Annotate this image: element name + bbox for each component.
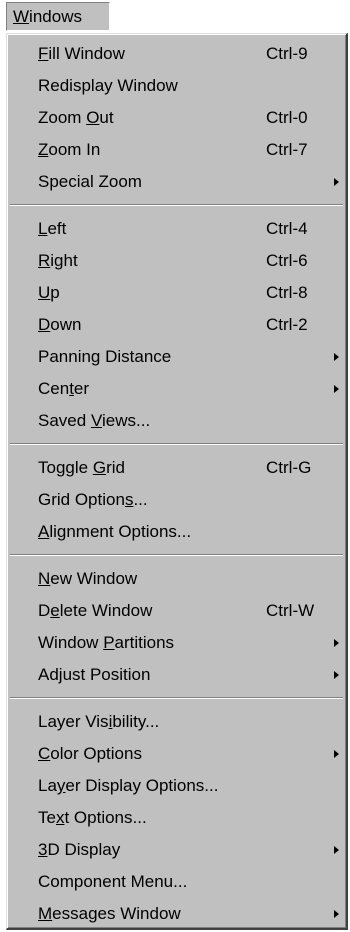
menu-item-label: Text Options... xyxy=(38,808,147,827)
windows-menu-mnemonic: W xyxy=(13,7,30,26)
windows-dropdown-menu: Fill Window Ctrl-9 Redisplay Window Zoom Ou… xyxy=(6,33,348,930)
menu-item-label: Messages Window xyxy=(38,904,181,923)
menu-item-layer-visibility[interactable]: Layer Visibility... xyxy=(10,706,343,738)
menu-separator xyxy=(10,204,343,206)
menu-item-shortcut: Ctrl-W xyxy=(266,601,315,620)
menu-item-shortcut: Ctrl-2 xyxy=(266,315,308,334)
submenu-arrow-icon xyxy=(334,353,339,361)
menu-item-label: Layer Visibility... xyxy=(38,712,160,731)
menu-item-up[interactable]: Up Ctrl-8 xyxy=(10,277,343,309)
windows-menu-title[interactable]: Windows xyxy=(6,2,110,31)
menu-item-zoom-out[interactable]: Zoom Out Ctrl-0 xyxy=(10,102,343,134)
menu-item-layer-display-options[interactable]: Layer Display Options... xyxy=(10,770,343,802)
menu-item-redisplay-window[interactable]: Redisplay Window xyxy=(10,70,343,102)
menu-item-special-zoom[interactable]: Special Zoom xyxy=(10,166,343,198)
menu-item-alignment-options[interactable]: Alignment Options... xyxy=(10,516,343,548)
menu-item-new-window[interactable]: New Window xyxy=(10,563,343,595)
menu-item-zoom-in[interactable]: Zoom In Ctrl-7 xyxy=(10,134,343,166)
menu-item-label: Down xyxy=(38,315,82,334)
submenu-arrow-icon xyxy=(334,750,339,758)
menu-item-label: Color Options xyxy=(38,744,142,763)
menu-item-grid-options[interactable]: Grid Options... xyxy=(10,484,343,516)
menu-item-label: 3D Display xyxy=(38,840,121,859)
submenu-arrow-icon xyxy=(334,639,339,647)
menu-item-label: Zoom Out xyxy=(38,108,114,127)
menu-item-toggle-grid[interactable]: Toggle Grid Ctrl-G xyxy=(10,452,343,484)
menu-item-label: Center xyxy=(38,379,90,398)
submenu-arrow-icon xyxy=(334,178,339,186)
menu-item-label: Left xyxy=(38,219,67,238)
menu-item-label: Panning Distance xyxy=(38,347,172,366)
menu-item-label: Right xyxy=(38,251,78,270)
menu-separator xyxy=(10,554,343,556)
submenu-arrow-icon xyxy=(334,910,339,918)
menu-item-label: Component Menu... xyxy=(38,872,188,891)
menu-item-shortcut: Ctrl-7 xyxy=(266,140,308,159)
menu-item-adjust-position[interactable]: Adjust Position xyxy=(10,659,343,691)
menu-item-label: Adjust Position xyxy=(38,665,151,684)
menu-item-shortcut: Ctrl-8 xyxy=(266,283,308,302)
menu-item-messages-window[interactable]: Messages Window xyxy=(10,898,343,930)
menu-item-center[interactable]: Center xyxy=(10,373,343,405)
menu-item-shortcut: Ctrl-G xyxy=(266,458,312,477)
menu-item-label: Window Partitions xyxy=(38,633,175,652)
menu-item-label: Redisplay Window xyxy=(38,76,178,95)
menu-item-component-menu[interactable]: Component Menu... xyxy=(10,866,343,898)
windows-menu-title-text: indows xyxy=(29,7,82,26)
menu-item-text-options[interactable]: Text Options... xyxy=(10,802,343,834)
menu-item-label: New Window xyxy=(38,569,138,588)
menu-item-panning-distance[interactable]: Panning Distance xyxy=(10,341,343,373)
menu-item-right[interactable]: Right Ctrl-6 xyxy=(10,245,343,277)
menu-item-label: Grid Options... xyxy=(38,490,148,509)
menu-item-shortcut: Ctrl-9 xyxy=(266,44,308,63)
menu-item-color-options[interactable]: Color Options xyxy=(10,738,343,770)
menu-item-3d-display[interactable]: 3D Display xyxy=(10,834,343,866)
submenu-arrow-icon xyxy=(334,671,339,679)
menu-item-label: Alignment Options... xyxy=(38,522,192,541)
submenu-arrow-icon xyxy=(334,846,339,854)
menu-item-label: Up xyxy=(38,283,60,302)
menu-item-saved-views[interactable]: Saved Views... xyxy=(10,405,343,437)
menu-item-shortcut: Ctrl-0 xyxy=(266,108,308,127)
menu-separator xyxy=(10,697,343,699)
menu-item-label: Zoom In xyxy=(38,140,101,159)
menu-separator xyxy=(10,443,343,445)
menu-item-shortcut: Ctrl-4 xyxy=(266,219,308,238)
menu-item-fill-window[interactable]: Fill Window Ctrl-9 xyxy=(10,38,343,70)
menu-item-label: Saved Views... xyxy=(38,411,151,430)
menu-item-label: Layer Display Options... xyxy=(38,776,219,795)
menu-item-label: Delete Window xyxy=(38,601,153,620)
submenu-arrow-icon xyxy=(334,385,339,393)
menu-item-window-partitions[interactable]: Window Partitions xyxy=(10,627,343,659)
menu-item-shortcut: Ctrl-6 xyxy=(266,251,308,270)
menu-item-label: Toggle Grid xyxy=(38,458,125,477)
menu-item-delete-window[interactable]: Delete Window Ctrl-W xyxy=(10,595,343,627)
menu-item-left[interactable]: Left Ctrl-4 xyxy=(10,213,343,245)
menu-item-label: Fill Window xyxy=(38,44,125,63)
menu-item-label: Special Zoom xyxy=(38,172,142,191)
menu-item-down[interactable]: Down Ctrl-2 xyxy=(10,309,343,341)
